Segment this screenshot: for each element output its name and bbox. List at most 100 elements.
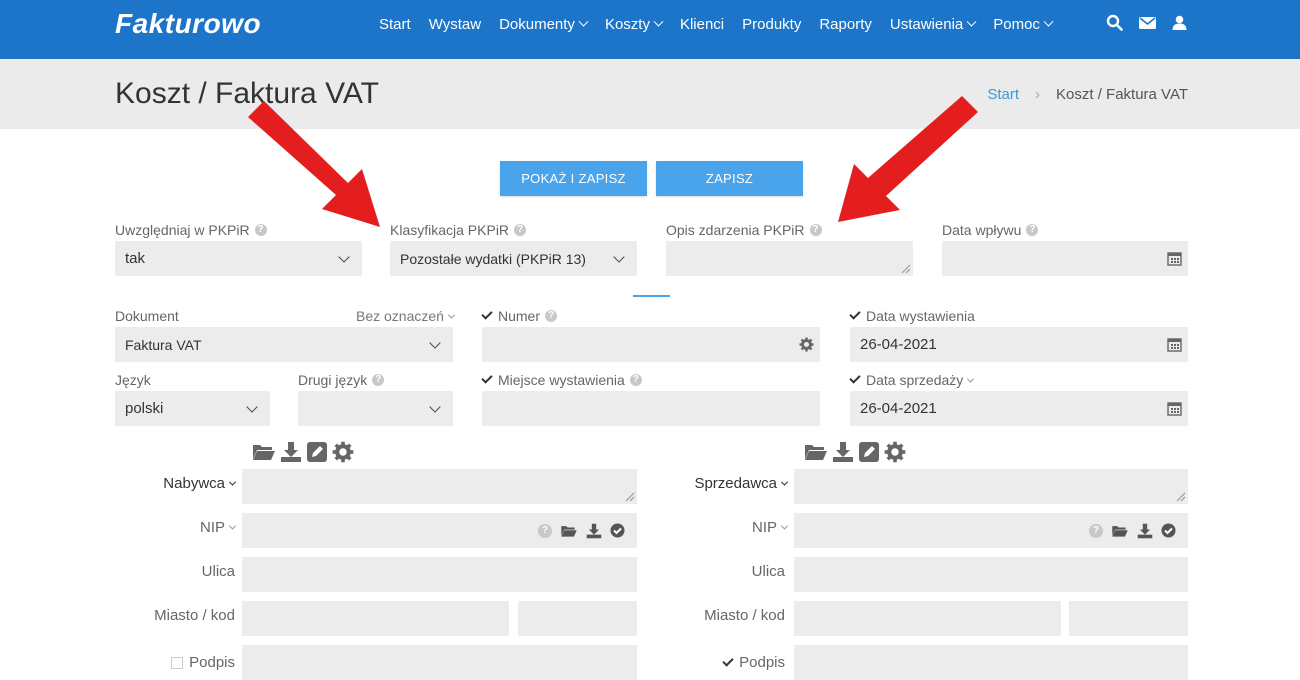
calendar-icon[interactable] [1167, 401, 1182, 416]
pkpir-include-select[interactable]: tak [115, 241, 362, 276]
help-icon[interactable]: ? [545, 310, 558, 322]
checkbox-icon[interactable] [171, 656, 184, 669]
input-value: 26-04-2021 [860, 400, 937, 417]
seller-postcode-input[interactable] [1069, 601, 1188, 636]
buyer-nip-input[interactable]: ? [242, 513, 637, 548]
buyer-nip-label[interactable]: NIP [115, 519, 237, 536]
show-and-save-button[interactable]: POKAŻ I ZAPISZ [500, 161, 647, 196]
nav-item-dokumenty[interactable]: Dokumenty [490, 16, 596, 33]
calendar-icon[interactable] [1167, 251, 1182, 266]
help-icon[interactable]: ? [372, 374, 385, 386]
nav-label: Start [379, 15, 411, 33]
nav-item-wystaw[interactable]: Wystaw [420, 16, 490, 33]
help-icon[interactable]: ? [514, 224, 527, 236]
issue-place-input[interactable] [482, 391, 820, 426]
check-icon[interactable] [481, 372, 493, 384]
label-text: Podpis [189, 654, 235, 671]
calendar-icon[interactable] [1167, 337, 1182, 352]
seller-name-textarea[interactable] [794, 469, 1188, 504]
help-icon[interactable]: ? [1089, 523, 1103, 538]
seller-street-input[interactable] [794, 557, 1188, 592]
buyer-street-input[interactable] [242, 557, 637, 592]
issue-place-label: Miejsce wystawienia? [481, 372, 642, 388]
save-button[interactable]: ZAPISZ [656, 161, 803, 196]
search-icon[interactable] [1106, 14, 1123, 31]
buyer-signature-checkbox[interactable]: Podpis [115, 654, 235, 671]
nav-item-pomoc[interactable]: Pomoc [984, 16, 1061, 33]
seller-title-dropdown[interactable]: Sprzedawca [665, 475, 789, 492]
help-icon[interactable]: ? [629, 374, 642, 386]
envelope-icon[interactable] [1139, 16, 1156, 30]
folder-open-icon[interactable] [804, 442, 828, 462]
seller-signature-input[interactable] [794, 645, 1188, 680]
resize-handle-icon[interactable] [623, 490, 635, 502]
number-label: Numer? [481, 308, 558, 324]
sale-date-input[interactable]: 26-04-2021 [850, 391, 1188, 426]
help-icon[interactable]: ? [254, 224, 267, 236]
buyer-postcode-input[interactable] [518, 601, 637, 636]
gear-icon[interactable] [884, 441, 906, 463]
check-circle-icon[interactable] [610, 523, 625, 538]
select-value: tak [125, 250, 146, 267]
check-icon[interactable] [722, 654, 734, 667]
help-icon[interactable]: ? [1026, 224, 1039, 236]
nav-item-start[interactable]: Start [370, 16, 420, 33]
nav-item-klienci[interactable]: Klienci [671, 16, 733, 33]
edit-icon[interactable] [858, 441, 880, 463]
buyer-name-textarea[interactable] [242, 469, 637, 504]
gear-icon[interactable] [799, 337, 814, 352]
check-icon[interactable] [849, 308, 861, 320]
seller-city-label: Miasto / kod [704, 607, 785, 624]
issue-date-input[interactable]: 26-04-2021 [850, 327, 1188, 362]
folder-open-icon[interactable] [560, 524, 578, 538]
pkpir-class-select[interactable]: Pozostałe wydatki (PKPiR 13) [390, 241, 637, 276]
download-icon[interactable] [586, 523, 602, 539]
chevron-down-icon [780, 478, 789, 486]
chevron-down-icon [653, 16, 664, 27]
seller-city-input[interactable] [794, 601, 1061, 636]
download-icon[interactable] [1137, 523, 1153, 539]
folder-open-icon[interactable] [1111, 524, 1129, 538]
buyer-signature-input[interactable] [242, 645, 637, 680]
label-text: Nabywca [163, 475, 225, 492]
nav-label: Koszty [604, 15, 650, 33]
section-divider [633, 295, 670, 297]
help-icon[interactable]: ? [809, 224, 822, 236]
check-icon[interactable] [849, 372, 861, 384]
nav-item-ustawienia[interactable]: Ustawienia [881, 16, 984, 33]
number-input[interactable] [482, 327, 820, 362]
chevron-down-icon[interactable] [967, 375, 975, 383]
buyer-city-input[interactable] [242, 601, 509, 636]
document-marking-dropdown[interactable]: Bez oznaczeń [356, 308, 455, 324]
seller-nip-label[interactable]: NIP [665, 519, 789, 536]
resize-handle-icon[interactable] [899, 262, 911, 274]
select-value: polski [125, 400, 164, 417]
breadcrumb-home-link[interactable]: Start [987, 86, 1019, 103]
breadcrumb: Start › Koszt / Faktura VAT [987, 86, 1188, 103]
receipt-date-input[interactable] [942, 241, 1188, 276]
nav-item-koszty[interactable]: Koszty [596, 16, 671, 33]
download-icon[interactable] [280, 441, 302, 463]
user-icon[interactable] [1172, 15, 1187, 30]
folder-open-icon[interactable] [252, 442, 276, 462]
label-text: Numer [498, 308, 541, 324]
gear-icon[interactable] [332, 441, 354, 463]
resize-handle-icon[interactable] [1174, 490, 1186, 502]
check-circle-icon[interactable] [1161, 523, 1176, 538]
language-select[interactable]: polski [115, 391, 270, 426]
seller-signature-checkbox[interactable]: Podpis [665, 654, 785, 671]
download-icon[interactable] [832, 441, 854, 463]
pkpir-desc-textarea[interactable] [666, 241, 913, 276]
seller-nip-input[interactable]: ? [794, 513, 1188, 548]
chevron-down-icon [228, 478, 237, 486]
check-icon[interactable] [481, 308, 493, 320]
document-type-select[interactable]: Faktura VAT [115, 327, 453, 362]
nav-item-produkty[interactable]: Produkty [733, 16, 810, 33]
help-icon[interactable]: ? [538, 523, 552, 538]
edit-icon[interactable] [306, 441, 328, 463]
second-language-select[interactable] [298, 391, 453, 426]
chevron-down-icon [429, 400, 441, 413]
app-logo[interactable]: Fakturowo [115, 8, 261, 40]
buyer-title-dropdown[interactable]: Nabywca [115, 475, 237, 492]
nav-item-raporty[interactable]: Raporty [810, 16, 881, 33]
